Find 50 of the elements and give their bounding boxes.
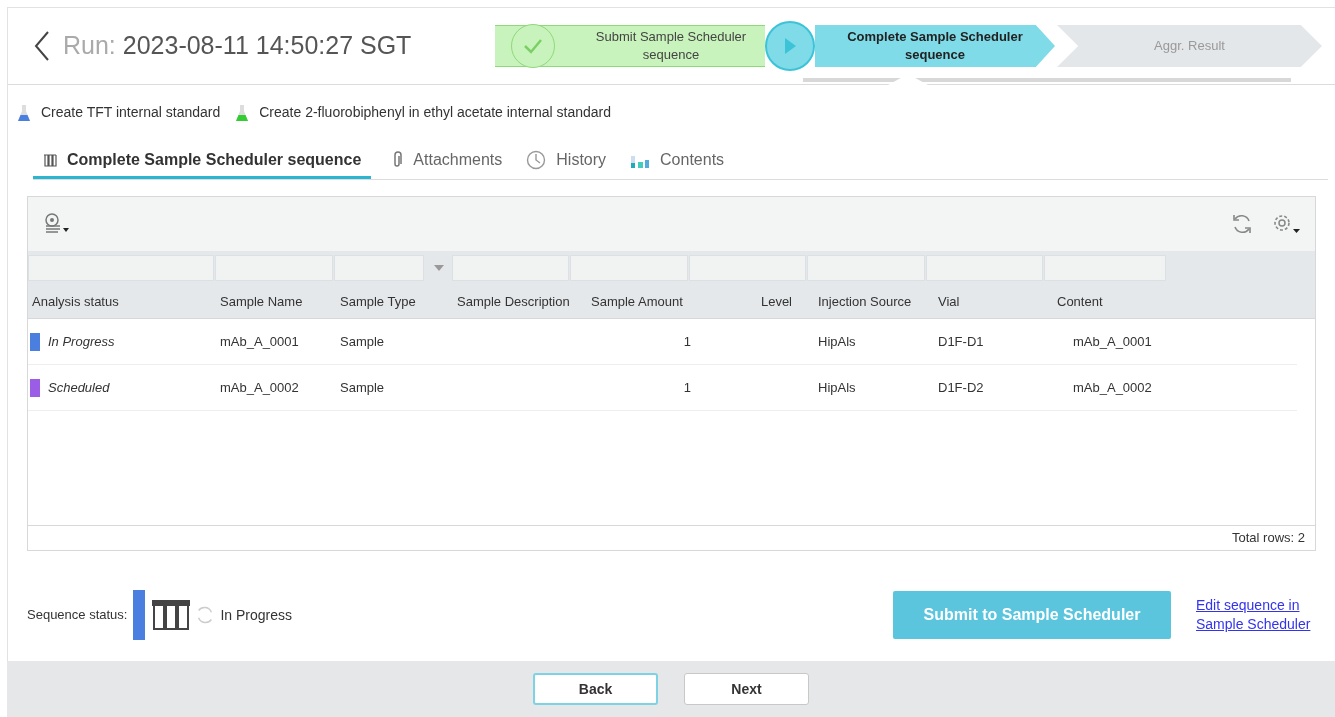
- task-link[interactable]: Create 2-fluorobiphenyl in ethyl acetate internal standard: [259, 102, 612, 123]
- table-cell-text: D1F-D2: [938, 378, 984, 397]
- flask-icon: [18, 103, 30, 122]
- tab[interactable]: Contents: [620, 143, 735, 179]
- edit-sequence-link[interactable]: Edit sequence in Sample Scheduler: [1196, 596, 1316, 634]
- table-cell-text: mAb_A_0002: [220, 378, 299, 397]
- table-cell-text: D1F-D1: [938, 332, 984, 351]
- tab[interactable]: Attachments: [381, 143, 513, 179]
- vials-icon: [151, 599, 192, 631]
- nav-button[interactable]: Back: [533, 673, 658, 705]
- back-icon[interactable]: [34, 31, 50, 61]
- settings-icon[interactable]: [1271, 212, 1301, 236]
- column-header[interactable]: Level: [760, 293, 792, 309]
- table-cell-text: HipAls: [818, 378, 856, 397]
- paperclip-icon: [391, 150, 404, 169]
- status-text: In Progress: [48, 332, 115, 351]
- column-header[interactable]: Sample Name: [220, 293, 303, 309]
- refresh-icon[interactable]: [1231, 213, 1253, 235]
- clock-icon: [526, 149, 547, 170]
- tab[interactable]: Complete Sample Scheduler sequence: [33, 143, 372, 179]
- column-header[interactable]: Sample Description: [457, 293, 570, 309]
- column-header[interactable]: Injection Source: [818, 293, 912, 309]
- table-cell-text: Sample: [340, 332, 385, 351]
- task-link[interactable]: Create TFT internal standard: [41, 102, 221, 123]
- visibility-menu-icon[interactable]: [42, 213, 72, 235]
- wizard-step[interactable]: Submit Sample Scheduler sequence: [495, 25, 765, 67]
- table-cell-text: mAb_A_0002: [1073, 378, 1152, 397]
- filter-field[interactable]: [28, 255, 214, 281]
- title-value: 2023-08-11 14:50:27 SGT: [122, 31, 412, 60]
- sequence-status-value: In Progress: [220, 605, 293, 625]
- status-text: Scheduled: [48, 378, 110, 397]
- table-cell-text: HipAls: [818, 332, 856, 351]
- table-cell-text: 1: [683, 378, 691, 397]
- flask-icon: [236, 103, 249, 122]
- total-rows-count: Total rows: 2: [1232, 529, 1305, 548]
- column-header[interactable]: Vial: [938, 293, 960, 309]
- title-label: Run:: [63, 31, 116, 60]
- table-cell-text: mAb_A_0001: [220, 332, 299, 351]
- table-cell-text: mAb_A_0001: [1073, 332, 1152, 351]
- column-header[interactable]: Analysis status: [32, 293, 119, 309]
- sequence-status-label: Sequence status:: [27, 606, 128, 625]
- wizard-step[interactable]: Complete Sample Scheduler sequence: [815, 25, 1055, 67]
- table-cell-text: Sample: [340, 378, 385, 397]
- tab[interactable]: History: [516, 143, 617, 179]
- table-cell-text: 1: [683, 332, 691, 351]
- vials-icon: [43, 152, 57, 167]
- column-header[interactable]: Sample Amount: [591, 293, 683, 309]
- column-header[interactable]: Sample Type: [340, 293, 416, 309]
- column-header[interactable]: Content: [1057, 293, 1103, 309]
- nav-button[interactable]: Next: [684, 673, 809, 705]
